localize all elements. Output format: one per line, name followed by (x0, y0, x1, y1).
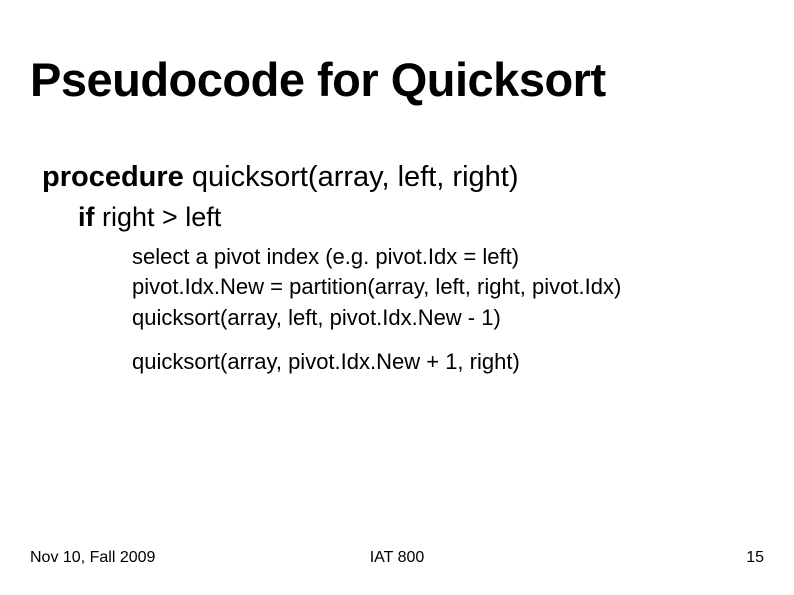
if-condition: right > left (95, 202, 222, 232)
code-line: quicksort(array, left, pivot.Idx.New - 1… (132, 304, 752, 333)
code-line: quicksort(array, pivot.Idx.New + 1, righ… (132, 348, 752, 377)
keyword-if: if (78, 202, 95, 232)
footer-page-number: 15 (746, 549, 764, 567)
code-gap (132, 334, 752, 348)
procedure-line: procedure quicksort(array, left, right) (42, 160, 752, 195)
code-line: pivot.Idx.New = partition(array, left, r… (132, 273, 752, 302)
procedure-signature: quicksort(array, left, right) (184, 161, 519, 193)
if-line: if right > left (78, 201, 752, 235)
slide-title: Pseudocode for Quicksort (30, 52, 606, 107)
code-line: select a pivot index (e.g. pivot.Idx = l… (132, 243, 752, 272)
keyword-procedure: procedure (42, 161, 184, 193)
slide-body: procedure quicksort(array, left, right) … (42, 160, 752, 379)
footer-course: IAT 800 (0, 549, 794, 567)
code-block: select a pivot index (e.g. pivot.Idx = l… (132, 243, 752, 377)
slide: Pseudocode for Quicksort procedure quick… (0, 0, 794, 595)
